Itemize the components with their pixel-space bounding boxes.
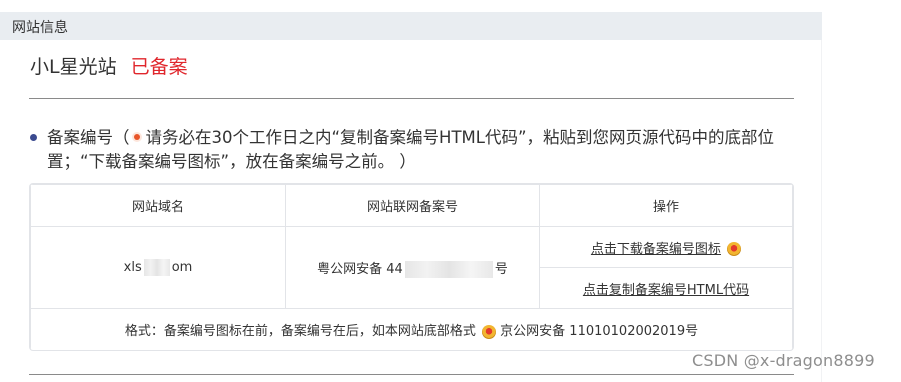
header-domain: 网站域名 xyxy=(30,184,286,227)
redacted-domain xyxy=(143,259,170,276)
record-number-cell: 粤公网安备 44 号 xyxy=(285,226,540,309)
header-actions: 操作 xyxy=(539,184,793,227)
table-header-row: 网站域名 网站联网备案号 操作 xyxy=(30,184,793,227)
record-table: 网站域名 网站联网备案号 操作 xls om 粤公网安备 44 号 点击下载备案编号… xyxy=(29,183,794,351)
record-prefix: 粤公网安备 44 xyxy=(317,261,403,277)
domain-cell: xls om xyxy=(30,226,286,309)
page: 网站信息 小L星光站 已备案 备案编号（ 请务必在30个工作日之内“复制备案编号HT… xyxy=(0,0,901,382)
download-icon-cell: 点击下载备案编号图标 xyxy=(539,226,793,268)
notice-prefix: 备案编号（ xyxy=(47,128,130,147)
copy-html-cell: 点击复制备案编号HTML代码 xyxy=(539,267,793,309)
panel-title: 网站信息 xyxy=(12,20,68,36)
format-row: 格式：备案编号图标在前，备案编号在后，如本网站底部格式 京公网安备 110101… xyxy=(30,308,793,350)
site-status: 已备案 xyxy=(130,56,188,78)
bullet-dot-icon xyxy=(30,134,37,141)
format-text: 格式：备案编号图标在前，备案编号在后，如本网站底部格式 xyxy=(124,324,476,339)
copy-html-link[interactable]: 点击复制备案编号HTML代码 xyxy=(583,283,749,298)
header-record-number: 网站联网备案号 xyxy=(285,184,540,227)
divider-bottom xyxy=(29,374,794,375)
notice-text: 请务必在30个工作日之内“复制备案编号HTML代码”，粘贴到您网页源代码中的底部… xyxy=(47,128,775,171)
format-cell: 格式：备案编号图标在前，备案编号在后，如本网站底部格式 京公网安备 110101… xyxy=(30,308,793,350)
redacted-record-number xyxy=(404,260,493,278)
domain-end: om xyxy=(171,260,193,275)
format-example: 京公网安备 11010102002019号 xyxy=(500,324,699,339)
download-icon-link[interactable]: 点击下载备案编号图标 xyxy=(591,242,721,257)
record-number-notice: 备案编号（ 请务必在30个工作日之内“复制备案编号HTML代码”，粘贴到您网页源代… xyxy=(47,126,801,174)
watermark: CSDN @x-dragon8899 xyxy=(692,351,875,370)
site-row: 小L星光站 已备案 xyxy=(30,52,188,79)
domain-start: xls xyxy=(123,260,142,275)
police-badge-icon xyxy=(482,324,497,339)
divider-top xyxy=(29,98,794,99)
record-suffix: 号 xyxy=(494,261,508,277)
police-badge-icon xyxy=(727,242,742,256)
table-row: xls om 粤公网安备 44 号 点击下载备案编号图标 xyxy=(30,226,793,309)
site-name: 小L星光站 xyxy=(30,56,117,78)
panel-header: 网站信息 xyxy=(0,12,822,40)
warning-dot-icon xyxy=(133,134,140,140)
